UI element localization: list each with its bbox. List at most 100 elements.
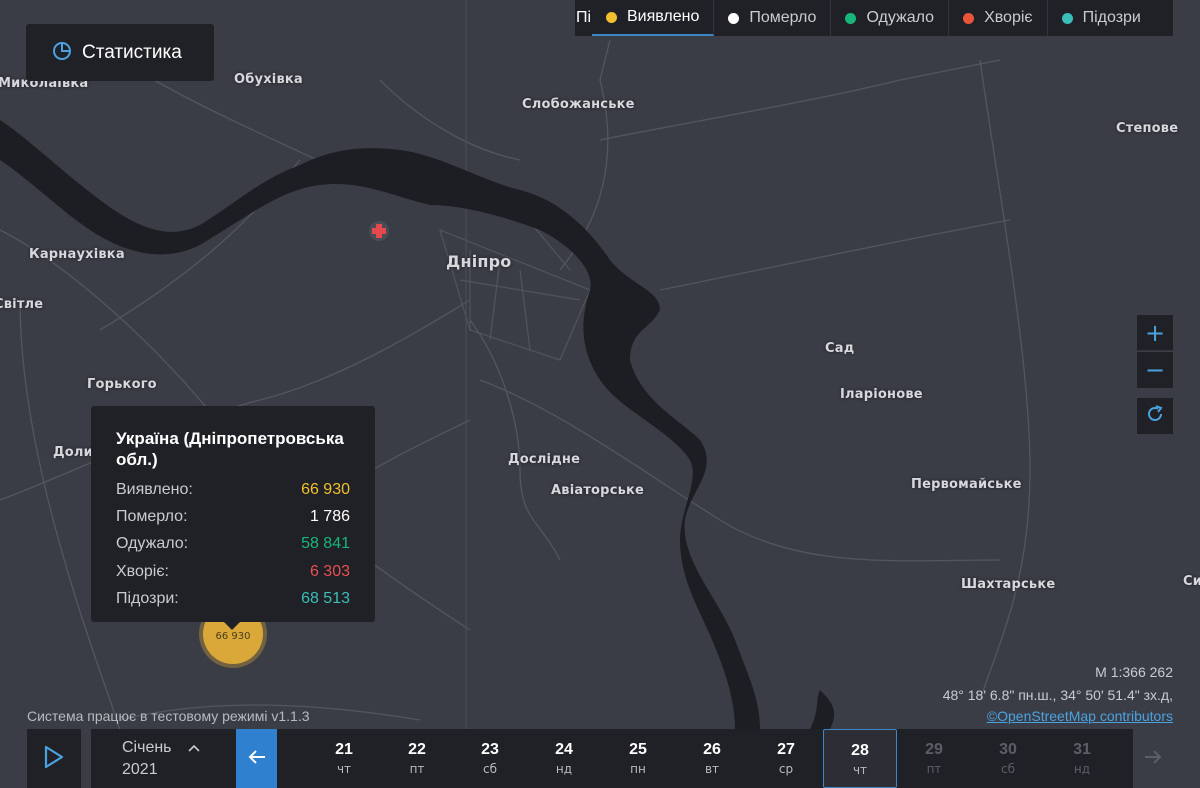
day-weekday: сб bbox=[1001, 762, 1015, 776]
tooltip-row-died: Померло: 1 786 bbox=[116, 503, 350, 530]
minus-icon: − bbox=[1144, 356, 1166, 384]
zoom-out-button[interactable]: − bbox=[1137, 352, 1173, 388]
refresh-icon bbox=[1145, 404, 1165, 428]
day-number: 22 bbox=[408, 741, 426, 758]
play-button[interactable] bbox=[27, 729, 81, 788]
arrow-left-icon bbox=[248, 749, 266, 769]
pie-chart-icon bbox=[52, 41, 72, 65]
day-weekday: пт bbox=[409, 762, 425, 776]
tooltip-value: 58 841 bbox=[301, 535, 350, 553]
day-cell[interactable]: 27 ср bbox=[749, 729, 823, 788]
day-number: 23 bbox=[481, 741, 499, 758]
legend-label-suspected: Підозри bbox=[1082, 9, 1141, 26]
month-label: Січень bbox=[122, 739, 172, 757]
map-canvas[interactable] bbox=[0, 0, 1200, 788]
day-number: 21 bbox=[335, 741, 353, 758]
day-number: 26 bbox=[703, 741, 721, 758]
tooltip-row-detected: Виявлено: 66 930 bbox=[116, 476, 350, 503]
day-number: 24 bbox=[555, 741, 573, 758]
tooltip-arrow bbox=[223, 621, 241, 630]
day-weekday: нд bbox=[555, 762, 573, 776]
tooltip-label: Хворіє: bbox=[116, 562, 169, 580]
day-weekday: вт bbox=[704, 762, 720, 776]
legend-item-detected[interactable]: Виявлено bbox=[592, 0, 715, 36]
date-strip: Січень 2021 20 21 чт 22 пт 23 сб bbox=[91, 729, 1133, 788]
legend-item-sick[interactable]: Хворіє bbox=[949, 0, 1048, 36]
day-number: 29 bbox=[925, 741, 943, 758]
legend-item-died[interactable]: Померло bbox=[714, 0, 832, 36]
tooltip-value: 66 930 bbox=[301, 480, 350, 498]
city-label-stepove: Степове bbox=[1116, 121, 1179, 136]
city-label-ilarionove: Іларіонове bbox=[840, 387, 923, 402]
city-label-horkoho: Горького bbox=[87, 377, 157, 392]
recovered-dot-icon bbox=[845, 12, 857, 24]
legend-item-suspected[interactable]: Підозри bbox=[1047, 0, 1173, 36]
legend-label-detected: Виявлено bbox=[627, 8, 700, 25]
chevron-up-icon bbox=[188, 737, 200, 759]
city-label-aviatorske: Авіаторське bbox=[551, 483, 645, 498]
legend-item-recovered[interactable]: Одужало bbox=[831, 0, 950, 36]
tooltip-title: Україна (Дніпропетровська обл.) bbox=[116, 429, 344, 469]
day-weekday: ср bbox=[778, 762, 794, 776]
osm-attribution-link[interactable]: ©OpenStreetMap contributors bbox=[987, 708, 1173, 724]
day-weekday: нд bbox=[1073, 762, 1091, 776]
previous-days-button[interactable] bbox=[236, 729, 277, 788]
test-mode-notice: Система працює в тестовому режимі v1.1.3 bbox=[27, 708, 310, 724]
day-number: 28 bbox=[851, 742, 869, 759]
map-scale: М 1:366 262 bbox=[1095, 664, 1173, 680]
statistics-button-label: Статистика bbox=[82, 41, 182, 63]
legend-label-recovered: Одужало bbox=[866, 9, 935, 26]
reset-view-button[interactable] bbox=[1137, 398, 1173, 434]
day-cell[interactable]: 22 пт bbox=[380, 729, 454, 788]
red-cross-icon[interactable] bbox=[369, 221, 389, 241]
day-number: 31 bbox=[1073, 741, 1091, 758]
legend-label-sick: Хворіє bbox=[984, 9, 1033, 26]
tooltip-label: Виявлено: bbox=[116, 480, 193, 498]
play-icon bbox=[43, 745, 65, 773]
plus-icon: + bbox=[1144, 318, 1166, 347]
metric-legend: Пі Виявлено Померло Одужало Хворіє Підоз… bbox=[575, 0, 1173, 36]
city-label-svitle: Світле bbox=[0, 297, 44, 312]
year-label: 2021 bbox=[122, 761, 158, 779]
city-label-doslidne: Дослідне bbox=[508, 452, 581, 467]
statistics-button[interactable]: Статистика bbox=[26, 24, 214, 81]
day-cell-disabled: 30 сб bbox=[971, 729, 1045, 788]
next-days-button[interactable] bbox=[1133, 729, 1173, 788]
day-cell-disabled: 29 пт bbox=[897, 729, 971, 788]
arrow-right-icon bbox=[1144, 749, 1162, 769]
day-weekday: сб bbox=[483, 762, 497, 776]
city-label-edge: Си bbox=[1183, 574, 1200, 589]
tooltip-row-recovered: Одужало: 58 841 bbox=[116, 531, 350, 558]
detected-dot-icon bbox=[606, 11, 617, 23]
day-cell[interactable]: 24 нд bbox=[527, 729, 601, 788]
city-label-dnipro: Дніпро bbox=[446, 252, 512, 271]
day-weekday: чт bbox=[336, 762, 352, 776]
city-label-sad: Сад bbox=[825, 341, 855, 356]
sick-dot-icon bbox=[963, 12, 975, 24]
day-cell-disabled: 31 нд bbox=[1045, 729, 1119, 788]
city-label-obukhivka: Обухівка bbox=[234, 72, 303, 87]
tooltip-value: 1 786 bbox=[309, 508, 350, 526]
day-weekday: пт bbox=[926, 762, 942, 776]
city-label-karnaukhivka: Карнаухівка bbox=[29, 247, 125, 262]
day-cell[interactable]: 25 пн bbox=[601, 729, 675, 788]
month-selector[interactable]: Січень 2021 bbox=[122, 737, 200, 781]
day-weekday: пн bbox=[630, 762, 646, 776]
day-weekday: чт bbox=[852, 763, 868, 777]
city-label-shakhtarske: Шахтарське bbox=[961, 577, 1056, 592]
day-cell[interactable]: 26 вт bbox=[675, 729, 749, 788]
tooltip-label: Померло: bbox=[116, 508, 188, 526]
tooltip-label: Підозри: bbox=[116, 590, 179, 608]
city-label-pervomaiske: Первомайське bbox=[911, 477, 1022, 492]
tooltip-value: 6 303 bbox=[309, 562, 350, 580]
day-cell-selected[interactable]: 28 чт bbox=[823, 729, 897, 788]
city-label-slobozhanske: Слобожанське bbox=[522, 97, 635, 112]
zoom-in-button[interactable]: + bbox=[1137, 315, 1173, 351]
day-cell[interactable]: 21 чт bbox=[307, 729, 381, 788]
day-cell[interactable]: 23 сб bbox=[453, 729, 527, 788]
tooltip-row-sick: Хворіє: 6 303 bbox=[116, 558, 350, 585]
day-number: 27 bbox=[777, 741, 795, 758]
suspected-dot-icon bbox=[1061, 12, 1073, 24]
tooltip-value: 68 513 bbox=[301, 590, 350, 608]
day-number: 30 bbox=[999, 741, 1017, 758]
